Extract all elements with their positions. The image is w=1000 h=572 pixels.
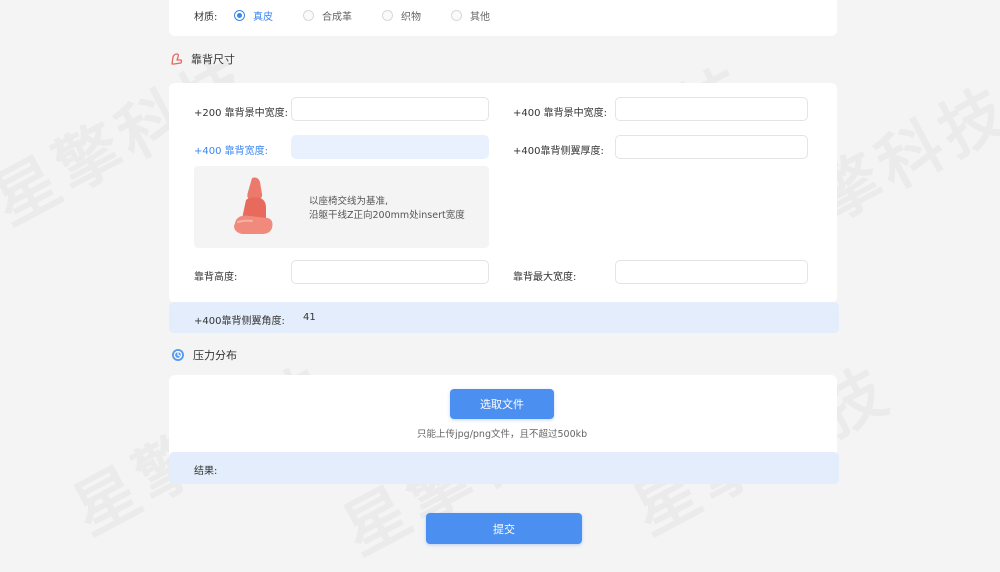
pressure-section-title: 压力分布: [171, 347, 237, 363]
material-label: 材质:: [194, 12, 218, 23]
material-card: 材质: 真皮 合成革 织物 其他: [169, 0, 837, 36]
radio-label: 织物: [401, 12, 421, 23]
material-radio-group: 真皮 合成革 织物 其他: [234, 8, 520, 23]
section-title-text: 压力分布: [193, 349, 237, 362]
width-400-input[interactable]: [291, 135, 489, 159]
result-label: 结果:: [194, 466, 218, 477]
radio-label: 真皮: [253, 12, 273, 23]
seat-icon: [171, 53, 183, 65]
pressure-icon: [172, 349, 184, 361]
backrest-card: +200 靠背景中宽度: +400 靠背景中宽度: +400 靠背宽度: +40…: [169, 83, 837, 303]
wing-thickness-400-label: +400靠背侧翼厚度:: [513, 146, 604, 157]
result-row: 结果:: [169, 452, 839, 484]
radio-dot: [234, 10, 245, 21]
submit-button[interactable]: 提交: [426, 513, 582, 544]
backrest-section-title: 靠背尺寸: [169, 51, 235, 67]
section-title-text: 靠背尺寸: [191, 53, 235, 66]
radio-dot: [451, 10, 462, 21]
wing-angle-value: 41: [303, 312, 316, 323]
center-width-400-label: +400 靠背景中宽度:: [513, 108, 608, 119]
center-width-400-input[interactable]: [615, 97, 808, 121]
upload-note: 只能上传jpg/png文件，且不超过500kb: [417, 429, 588, 440]
measurement-hint-box: 以座椅交线为基准, 沿躯干线Z正向200mm处insert宽度: [194, 166, 489, 248]
max-width-input[interactable]: [615, 260, 808, 284]
width-400-label: +400 靠背宽度:: [194, 146, 269, 157]
radio-other[interactable]: 其他: [451, 8, 490, 23]
radio-label: 其他: [470, 12, 490, 23]
radio-fabric[interactable]: 织物: [382, 8, 421, 23]
height-label: 靠背高度:: [194, 272, 238, 283]
wing-angle-label: +400靠背侧翼角度:: [194, 316, 285, 327]
height-input[interactable]: [291, 260, 489, 284]
radio-dot: [303, 10, 314, 21]
center-width-200-label: +200 靠背景中宽度:: [194, 108, 289, 119]
car-seat-illustration: [234, 177, 273, 234]
radio-dot: [382, 10, 393, 21]
hint-line-2: 沿躯干线Z正向200mm处insert宽度: [309, 210, 465, 221]
wing-thickness-400-input[interactable]: [615, 135, 808, 159]
hint-line-1: 以座椅交线为基准,: [309, 196, 389, 207]
radio-genuine-leather[interactable]: 真皮: [234, 8, 273, 23]
radio-synthetic-leather[interactable]: 合成革: [303, 8, 352, 23]
wing-angle-row: +400靠背侧翼角度: 41: [169, 302, 839, 333]
max-width-label: 靠背最大宽度:: [513, 272, 577, 283]
center-width-200-input[interactable]: [291, 97, 489, 121]
choose-file-button[interactable]: 选取文件: [450, 389, 554, 419]
radio-label: 合成革: [322, 12, 352, 23]
